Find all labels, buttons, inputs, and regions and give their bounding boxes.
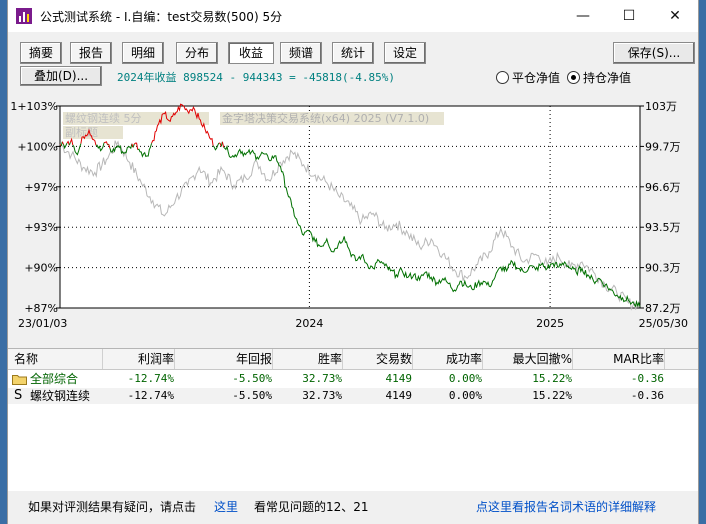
y-tick-label-right: 93.5万 — [645, 221, 681, 234]
y-tick-label-left: +93% — [24, 221, 58, 234]
row-mar-ratio: -0.36 — [630, 389, 664, 402]
col-separator[interactable] — [412, 349, 413, 369]
x-tick-label: 23/01/03 — [18, 317, 67, 330]
col-separator[interactable] — [482, 349, 483, 369]
symbol-icon: S — [14, 388, 23, 403]
col-separator[interactable] — [272, 349, 273, 369]
save-button[interactable]: 保存(S)... — [613, 42, 695, 64]
glossary-link[interactable]: 点这里看报告名词术语的详细解释 — [476, 498, 656, 515]
overlay-button[interactable]: 叠加(D)... — [20, 66, 102, 86]
row-trade-count: 4149 — [385, 389, 413, 402]
equity-chart: 螺纹钢连续 5分 金字塔决策交易系统(x64) 2025 (V7.1.0) 副标… — [10, 100, 688, 330]
row-annual-return: -5.50% — [232, 372, 272, 385]
footer-help-text: 如果对评测结果有疑问，请点击 — [28, 500, 197, 514]
col-trade-count[interactable]: 交易数 — [376, 351, 412, 367]
table-row[interactable]: S 螺纹钢连续 -12.74% -5.50% 32.73% 4149 0.00%… — [8, 388, 698, 404]
y-tick-label-right: 90.3万 — [645, 262, 681, 275]
close-button[interactable]: ✕ — [652, 0, 698, 32]
window-title: 公式测试系统 - I.自编：test交易数(500) 5分 — [40, 10, 283, 24]
x-tick-label: 25/05/30 — [639, 317, 688, 330]
row-win-rate: 32.73% — [302, 372, 342, 385]
y-tick-label-right: 96.6万 — [645, 181, 681, 194]
main-window: 公式测试系统 - I.自编：test交易数(500) 5分 — ☐ ✕ 摘要 报… — [8, 0, 698, 524]
radio-indicator — [496, 71, 509, 84]
tab-returns[interactable]: 收益 — [228, 42, 274, 64]
col-annual-return[interactable]: 年回报 — [236, 351, 272, 367]
col-max-drawdown[interactable]: 最大回撤% — [513, 351, 572, 367]
row-profit-rate: -12.74% — [127, 372, 174, 385]
col-mar-ratio[interactable]: MAR比率 — [613, 351, 664, 367]
col-separator[interactable] — [572, 349, 573, 369]
col-separator[interactable] — [664, 349, 665, 369]
x-tick-label: 2024 — [295, 317, 323, 330]
tab-statistics[interactable]: 统计 — [332, 42, 374, 64]
footer-faq-text: 看常见问题的12、21 — [254, 500, 369, 514]
yearly-return-summary: 2024年收益 898524 - 944343 = -45818(-4.85%) — [117, 71, 396, 84]
footer-bar: 如果对评测结果有疑问，请点击 这里 看常见问题的12、21 点这里看报告名词术语… — [8, 494, 698, 516]
x-tick-label: 2025 — [536, 317, 564, 330]
row-trade-count: 4149 — [385, 372, 413, 385]
tab-distribution[interactable]: 分布 — [176, 42, 218, 64]
row-success-rate: 0.00% — [448, 372, 482, 385]
app-icon — [16, 8, 32, 24]
legend-sub-label: 副标题 — [65, 125, 98, 139]
row-success-rate: 0.00% — [448, 389, 482, 402]
table-row[interactable]: 全部综合 -12.74% -5.50% 32.73% 4149 0.00% 15… — [8, 371, 698, 387]
legend-system-label: 金字塔决策交易系统(x64) 2025 (V7.1.0) — [222, 111, 429, 125]
maximize-button[interactable]: ☐ — [606, 0, 652, 32]
col-separator[interactable] — [102, 349, 103, 369]
row-max-drawdown: 15.22% — [532, 389, 572, 402]
col-profit-rate[interactable]: 利润率 — [138, 351, 174, 367]
folder-icon — [12, 375, 27, 385]
tab-report[interactable]: 报告 — [70, 42, 112, 64]
radio-close-equity[interactable]: 平仓净值 — [496, 69, 560, 86]
tab-settings[interactable]: 设定 — [384, 42, 426, 64]
plot-area — [59, 105, 641, 309]
radio-indicator-selected — [567, 71, 580, 84]
faq-link[interactable]: 这里 — [214, 498, 238, 515]
row-name: 螺纹钢连续 — [30, 389, 91, 403]
col-separator[interactable] — [342, 349, 343, 369]
row-annual-return: -5.50% — [232, 389, 272, 402]
minimize-button[interactable]: — — [560, 0, 606, 32]
y-tick-label-right: 87.2万 — [645, 302, 681, 315]
y-tick-label-right: 103万 — [645, 100, 677, 113]
col-name[interactable]: 名称 — [14, 351, 38, 367]
row-win-rate: 32.73% — [302, 389, 342, 402]
col-separator[interactable] — [174, 349, 175, 369]
tab-spectrum[interactable]: 频谱 — [280, 42, 322, 64]
row-name: 全部综合 — [30, 372, 79, 386]
title-bar[interactable]: 公式测试系统 - I.自编：test交易数(500) 5分 — ☐ ✕ — [8, 0, 698, 32]
y-tick-label-left: 1+103% — [10, 100, 58, 113]
y-tick-label-left: +90% — [24, 262, 58, 275]
row-profit-rate: -12.74% — [127, 389, 174, 402]
col-win-rate[interactable]: 胜率 — [318, 351, 342, 367]
legend-series-label: 螺纹钢连续 5分 — [65, 111, 142, 125]
table-header: 名称 利润率 年回报 胜率 交易数 成功率 最大回撤% MAR比率 — [8, 349, 698, 370]
col-success-rate[interactable]: 成功率 — [446, 351, 482, 367]
y-tick-label-left: +100% — [17, 140, 58, 153]
row-mar-ratio: -0.36 — [630, 372, 664, 385]
y-tick-label-left: +87% — [24, 302, 58, 315]
tab-details[interactable]: 明细 — [122, 42, 164, 64]
y-tick-label-right: 99.7万 — [645, 140, 681, 153]
row-max-drawdown: 15.22% — [532, 372, 572, 385]
y-tick-label-left: +97% — [24, 181, 58, 194]
results-table: 名称 利润率 年回报 胜率 交易数 成功率 最大回撤% MAR比率 全部综合 -… — [8, 348, 698, 491]
radio-position-equity[interactable]: 持仓净值 — [567, 69, 631, 86]
tab-summary[interactable]: 摘要 — [20, 42, 62, 64]
